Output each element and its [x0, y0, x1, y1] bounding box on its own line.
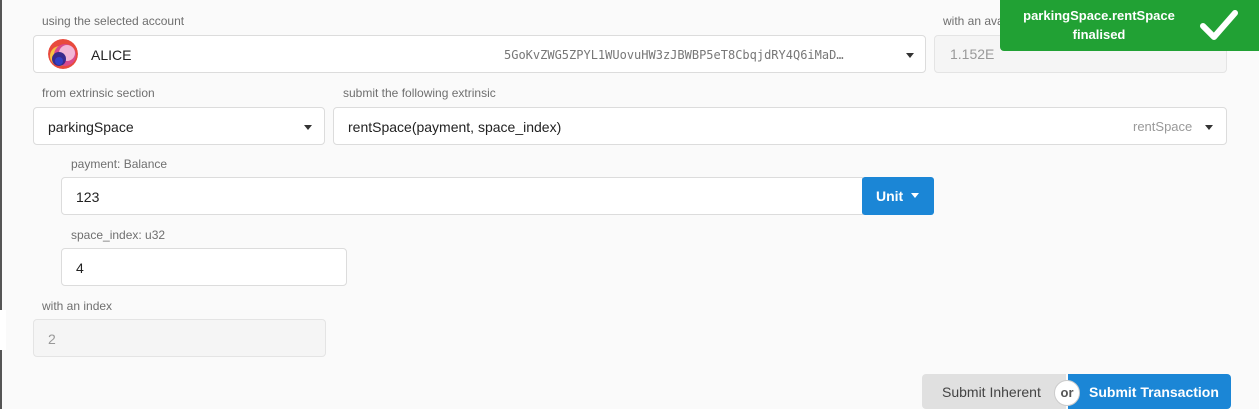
- notification-toast[interactable]: parkingSpace.rentSpace finalised: [1000, 0, 1259, 51]
- toast-title: parkingSpace.rentSpace: [1023, 8, 1175, 23]
- index-label: with an index: [42, 299, 113, 313]
- identicon-icon: [48, 39, 78, 69]
- toast-status: finalised: [1072, 27, 1126, 42]
- submit-transaction-button[interactable]: Submit Transaction: [1068, 374, 1231, 409]
- balance-value: 1.152E: [950, 46, 995, 62]
- account-label: using the selected account: [42, 14, 185, 28]
- or-badge: or: [1054, 380, 1080, 406]
- section-value: parkingSpace: [48, 119, 134, 135]
- unit-label: Unit: [876, 188, 904, 204]
- checkmark-icon: [1200, 10, 1238, 40]
- method-select[interactable]: rentSpace(payment, space_index) rentSpac…: [333, 107, 1227, 145]
- chevron-down-icon: [1205, 125, 1213, 130]
- space-index-value: 4: [76, 260, 84, 276]
- chevron-down-icon: [911, 193, 919, 198]
- section-select[interactable]: parkingSpace: [33, 107, 325, 145]
- submit-transaction-label: Submit Transaction: [1089, 384, 1219, 400]
- payment-label: payment: Balance: [71, 157, 168, 171]
- account-address: 5GoKvZWG5ZPYL1WUovuHW3zJBWBP5eT8CbqjdRY4…: [504, 48, 844, 62]
- unit-dropdown-button[interactable]: Unit: [862, 177, 934, 215]
- method-short: rentSpace: [1133, 119, 1193, 134]
- method-label: submit the following extrinsic: [343, 86, 496, 100]
- space-index-input[interactable]: 4: [61, 248, 347, 286]
- chevron-down-icon: [304, 125, 312, 130]
- payment-input[interactable]: 123: [61, 177, 863, 215]
- account-name: ALICE: [91, 47, 132, 63]
- index-value: 2: [48, 331, 56, 347]
- method-value: rentSpace(payment, space_index): [348, 119, 562, 135]
- chevron-down-icon: [906, 53, 914, 58]
- window-edge-gap: [0, 310, 6, 350]
- account-avatar: [48, 39, 78, 69]
- section-label: from extrinsic section: [42, 86, 155, 100]
- submit-inherent-label: Submit Inherent: [942, 384, 1041, 400]
- space-index-label: space_index: u32: [71, 228, 166, 242]
- extrinsic-submission-page: using the selected account ALICE 5GoKvZW…: [0, 0, 1259, 409]
- balance-label: with an ava: [943, 14, 1004, 28]
- index-field: 2: [33, 319, 326, 357]
- account-select[interactable]: ALICE 5GoKvZWG5ZPYL1WUovuHW3zJBWBP5eT8Cb…: [33, 35, 926, 73]
- submit-inherent-button[interactable]: Submit Inherent: [922, 374, 1066, 409]
- payment-value: 123: [76, 189, 100, 205]
